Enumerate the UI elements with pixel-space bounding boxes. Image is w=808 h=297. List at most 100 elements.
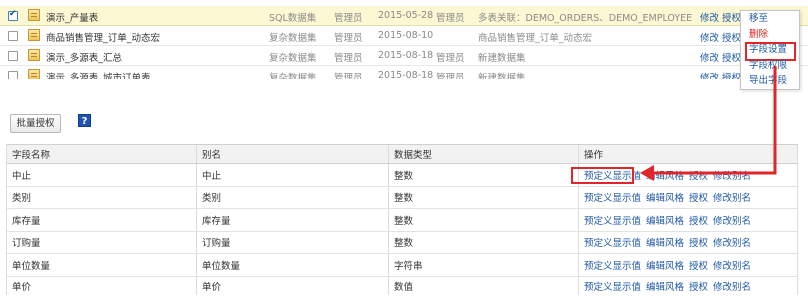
menu-item-field-settings[interactable]: 字段设置 [741,42,799,61]
dataset-creator: 管理员 [334,53,363,64]
auth-link[interactable]: 授权 [689,235,708,249]
row-checkbox[interactable] [8,31,18,41]
field-alias: 类别 [197,186,389,208]
dataset-type: SQL数据集 [269,13,317,24]
row-operations: 预定义显示值 编辑风格 授权 修改别名 [579,277,799,295]
row-operations: 预定义显示值 编辑风格 授权 修改别名 [579,232,799,254]
dataset-creator: 管理员 [334,13,363,24]
batch-auth-button[interactable]: 批量授权 [10,114,61,133]
edit-style-link[interactable]: 编辑风格 [646,190,684,204]
menu-item-delete[interactable]: 删除 [741,27,799,43]
dataset-type: 复杂数据集 [269,73,317,79]
edit-style-link[interactable]: 编辑风格 [646,168,684,182]
help-icon[interactable]: ? [78,114,91,127]
field-type: 整数 [389,164,579,186]
predefine-values-link[interactable]: 预定义显示值 [584,213,641,227]
auth-link[interactable]: 授权 [722,73,741,79]
auth-link[interactable]: 授权 [689,168,708,182]
dataset-actions: 修改 授权 [700,70,741,79]
dataset-icon [28,49,40,61]
field-type: 数值 [389,276,579,295]
dataset-description: 新建数据集 [478,53,526,64]
dataset-name[interactable]: 演示_多源表_城市订单表 [46,70,151,79]
field-type: 整数 [389,186,579,208]
dataset-row[interactable]: 商品销售管理_订单_动态宏 复杂数据集 管理员 2015-08-10 商品销售管… [0,26,808,46]
row-checkbox[interactable] [8,9,18,21]
edit-style-link[interactable]: 编辑风格 [646,258,684,272]
field-type: 字符串 [389,254,579,276]
auth-link[interactable]: 授权 [689,258,708,272]
rename-alias-link[interactable]: 修改别名 [713,279,751,293]
dataset-type: 复杂数据集 [269,53,317,64]
field-alias: 单价 [197,276,389,295]
field-name: 单位数量 [7,254,197,276]
row-checkbox[interactable] [8,51,18,61]
field-alias: 订购量 [197,231,389,253]
edit-link[interactable]: 修改 [700,13,719,24]
dataset-row[interactable]: 演示_多源表_汇总 复杂数据集 管理员 2015-08-18 管理员 新建数据集… [0,46,808,66]
context-menu: 移至 删除 字段设置 字段权限 导出字段 [740,10,800,90]
auth-link[interactable]: 授权 [722,33,741,44]
dataset-icon [28,9,40,21]
predefine-values-link[interactable]: 预定义显示值 [584,279,641,293]
predefine-values-link[interactable]: 预定义显示值 [584,235,641,249]
dataset-icon [28,69,40,79]
field-name: 订购量 [7,231,197,253]
table-header: 字段名称 别名 数据类型 操作 [7,144,797,164]
edit-style-link[interactable]: 编辑风格 [646,279,684,293]
auth-link[interactable]: 授权 [722,53,741,64]
dataset-name[interactable]: 演示_多源表_汇总 [46,50,122,64]
field-name: 单价 [7,276,197,295]
edit-style-link[interactable]: 编辑风格 [646,235,684,249]
edit-link[interactable]: 修改 [700,73,719,79]
field-alias: 单位数量 [197,254,389,276]
edit-link[interactable]: 修改 [700,33,719,44]
rename-alias-link[interactable]: 修改别名 [713,235,751,249]
dataset-row[interactable]: 演示_产量表 SQL数据集 管理员 2015-05-28 管理员 多表关联：DE… [0,6,808,26]
predefine-values-link[interactable]: 预定义显示值 [584,258,641,272]
row-operations: 预定义显示值 编辑风格 授权 修改别名 [579,209,799,231]
rename-alias-link[interactable]: 修改别名 [713,168,751,182]
field-alias: 库存量 [197,209,389,231]
field-table: 字段名称 别名 数据类型 操作 中止 中止 整数 预定义显示值 编辑风格 授权 … [6,144,798,295]
dataset-description: 新建数据集 [478,73,526,79]
rename-alias-link[interactable]: 修改别名 [713,258,751,272]
dataset-name[interactable]: 演示_产量表 [46,10,98,24]
dataset-actions: 修改 授权 [700,10,741,24]
dataset-date: 2015-05-28 [378,10,434,21]
menu-item-move[interactable]: 移至 [741,11,799,27]
header-operations: 操作 [584,150,604,161]
menu-item-export-fields[interactable]: 导出字段 [741,73,799,89]
field-alias: 中止 [197,164,389,186]
field-type: 整数 [389,209,579,231]
dataset-date: 2015-08-10 [378,30,434,41]
header-field-name: 字段名称 [7,145,197,163]
auth-link[interactable]: 授权 [722,13,741,24]
rename-alias-link[interactable]: 修改别名 [713,190,751,204]
dataset-date: 2015-08-18 [378,50,434,61]
table-row: 库存量 库存量 整数 预定义显示值 编辑风格 授权 修改别名 [7,209,797,232]
rename-alias-link[interactable]: 修改别名 [713,213,751,227]
dataset-icon [28,29,40,41]
dataset-row[interactable]: 演示_多源表_城市订单表 复杂数据集 管理员 2015-08-18 管理员 新建… [0,66,808,79]
table-row: 中止 中止 整数 预定义显示值 编辑风格 授权 修改别名 [7,164,797,187]
row-operations: 预定义显示值 编辑风格 授权 修改别名 [579,187,799,209]
predefine-values-link[interactable]: 预定义显示值 [584,168,641,182]
dataset-name[interactable]: 商品销售管理_订单_动态宏 [46,30,160,44]
menu-item-field-permissions[interactable]: 字段权限 [741,58,799,74]
field-name: 库存量 [7,209,197,231]
auth-link[interactable]: 授权 [689,279,708,293]
dataset-modifier: 管理员 [436,53,465,64]
dataset-actions: 修改 授权 [700,50,741,64]
dataset-type: 复杂数据集 [269,33,317,44]
edit-style-link[interactable]: 编辑风格 [646,213,684,227]
header-alias: 别名 [197,145,389,163]
edit-link[interactable]: 修改 [700,53,719,64]
auth-link[interactable]: 授权 [689,213,708,227]
dataset-creator: 管理员 [334,33,363,44]
auth-link[interactable]: 授权 [689,190,708,204]
predefine-values-link[interactable]: 预定义显示值 [584,190,641,204]
row-checkbox[interactable] [8,71,18,79]
dataset-actions: 修改 授权 [700,30,741,44]
row-operations: 预定义显示值 编辑风格 授权 修改别名 [579,164,799,186]
